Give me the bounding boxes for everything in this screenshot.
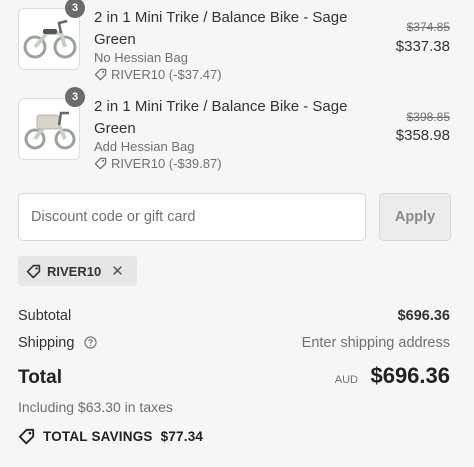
taxes-note: Including $63.30 in taxes (18, 399, 173, 415)
subtotal-row: Subtotal $696.36 (18, 308, 450, 324)
remove-discount-icon[interactable]: ✕ (111, 264, 124, 279)
total-value: $696.36 (370, 363, 450, 388)
shipping-label: Shipping (18, 335, 75, 351)
total-label: Total (18, 367, 62, 388)
product-variant: No Hessian Bag (94, 50, 188, 65)
tag-icon (94, 157, 107, 170)
tag-icon (94, 68, 107, 81)
discount-code-input[interactable] (18, 193, 366, 241)
total-amount: AUD $696.36 (335, 363, 450, 389)
total-row: Total AUD $696.36 (18, 363, 450, 389)
item-discount-label: RIVER10 (-$39.87) (111, 156, 222, 171)
product-variant: Add Hessian Bag (94, 139, 195, 154)
currency-code: AUD (334, 374, 359, 386)
shipping-value: Enter shipping address (301, 335, 450, 351)
subtotal-value: $696.36 (397, 308, 450, 324)
item-discount-label: RIVER10 (-$37.47) (111, 67, 222, 82)
item-discount: RIVER10 (-$37.47) (94, 67, 222, 82)
tag-icon (18, 428, 35, 445)
shipping-row: Shipping Enter shipping address (18, 335, 450, 351)
subtotal-label: Subtotal (18, 308, 72, 324)
balance-bike-icon (23, 19, 77, 59)
savings-value: $77.34 (160, 429, 204, 444)
original-price: $398.85 (406, 110, 450, 124)
shipping-label-group: Shipping (18, 335, 98, 351)
applied-discount-chip: RIVER10 ✕ (18, 256, 137, 286)
apply-button[interactable]: Apply (379, 193, 451, 241)
item-price: $337.38 (395, 38, 450, 55)
item-discount: RIVER10 (-$39.87) (94, 156, 222, 171)
product-thumbnail (18, 98, 80, 160)
product-name: 2 in 1 Mini Trike / Balance Bike - Sage … (94, 98, 348, 137)
product-name: 2 in 1 Mini Trike / Balance Bike - Sage … (94, 9, 348, 48)
help-icon[interactable] (84, 336, 98, 349)
savings-label: TOTAL SAVINGS (43, 429, 153, 444)
applied-discount-code: RIVER10 (47, 263, 102, 279)
quantity-badge: 3 (65, 0, 85, 18)
tag-icon (26, 264, 41, 278)
item-price: $358.98 (395, 127, 450, 144)
total-savings: TOTAL SAVINGS $77.34 (18, 428, 203, 445)
original-price: $374.85 (406, 20, 450, 34)
balance-bike-with-bag-icon (24, 111, 76, 150)
quantity-badge: 3 (65, 87, 85, 107)
